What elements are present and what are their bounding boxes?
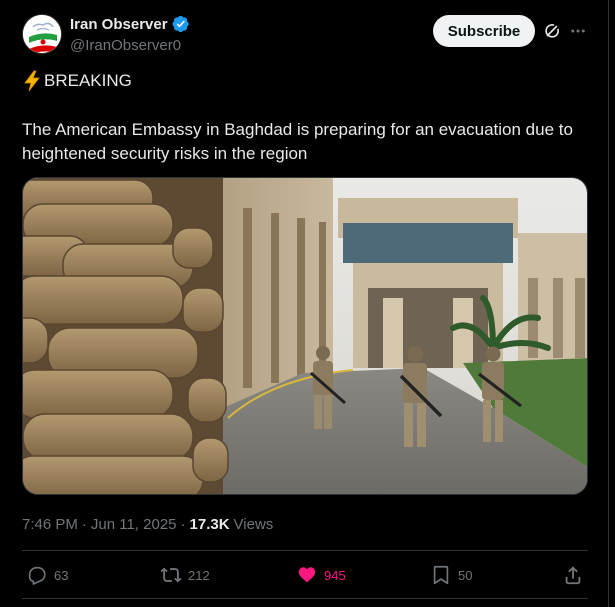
like-button[interactable]: 945 bbox=[296, 564, 346, 586]
views-label: Views bbox=[233, 516, 274, 533]
tweet-photo[interactable] bbox=[22, 177, 588, 495]
breaking-label: BREAKING bbox=[44, 71, 132, 90]
bookmark-button[interactable]: 50 bbox=[430, 564, 472, 586]
verified-badge-icon bbox=[172, 15, 189, 33]
like-count: 945 bbox=[324, 567, 346, 583]
meta-separator: · bbox=[81, 516, 87, 533]
tweet-card: Iran Observer @IranObserver0 Subscribe B… bbox=[0, 0, 609, 607]
tweet-meta: 7:46 PM · Jun 11, 2025 · 17.3K Views bbox=[22, 516, 273, 533]
reply-count: 63 bbox=[54, 567, 69, 583]
bookmark-count: 50 bbox=[458, 567, 473, 583]
avatar[interactable] bbox=[22, 14, 62, 54]
author-name-row[interactable]: Iran Observer bbox=[70, 15, 190, 33]
subscribe-button[interactable]: Subscribe bbox=[433, 15, 535, 47]
tweet-time[interactable]: 7:46 PM bbox=[22, 516, 78, 533]
embassy-photo-image bbox=[23, 178, 587, 494]
divider-bottom bbox=[22, 598, 588, 599]
repost-count: 212 bbox=[188, 567, 210, 583]
author-display-name[interactable]: Iran Observer bbox=[70, 16, 168, 33]
grok-icon[interactable] bbox=[543, 22, 561, 40]
meta-separator-2: · bbox=[180, 516, 186, 533]
breaking-line: BREAKING bbox=[22, 70, 132, 92]
reply-icon bbox=[28, 566, 46, 585]
bookmark-icon bbox=[433, 565, 449, 585]
share-icon bbox=[565, 566, 581, 585]
repost-icon bbox=[160, 567, 182, 583]
heart-icon bbox=[298, 567, 316, 583]
reply-button[interactable]: 63 bbox=[26, 564, 68, 586]
views-count: 17.3K bbox=[189, 516, 230, 533]
lightning-icon bbox=[24, 70, 40, 92]
divider-top bbox=[22, 550, 588, 551]
iran-flag-avatar-icon bbox=[23, 15, 61, 53]
tweet-date[interactable]: Jun 11, 2025 bbox=[91, 516, 177, 533]
author-handle[interactable]: @IranObserver0 bbox=[70, 37, 181, 54]
share-button[interactable] bbox=[562, 564, 584, 586]
repost-button[interactable]: 212 bbox=[160, 564, 210, 586]
tweet-text: The American Embassy in Baghdad is prepa… bbox=[22, 120, 573, 163]
more-icon[interactable] bbox=[569, 22, 587, 40]
